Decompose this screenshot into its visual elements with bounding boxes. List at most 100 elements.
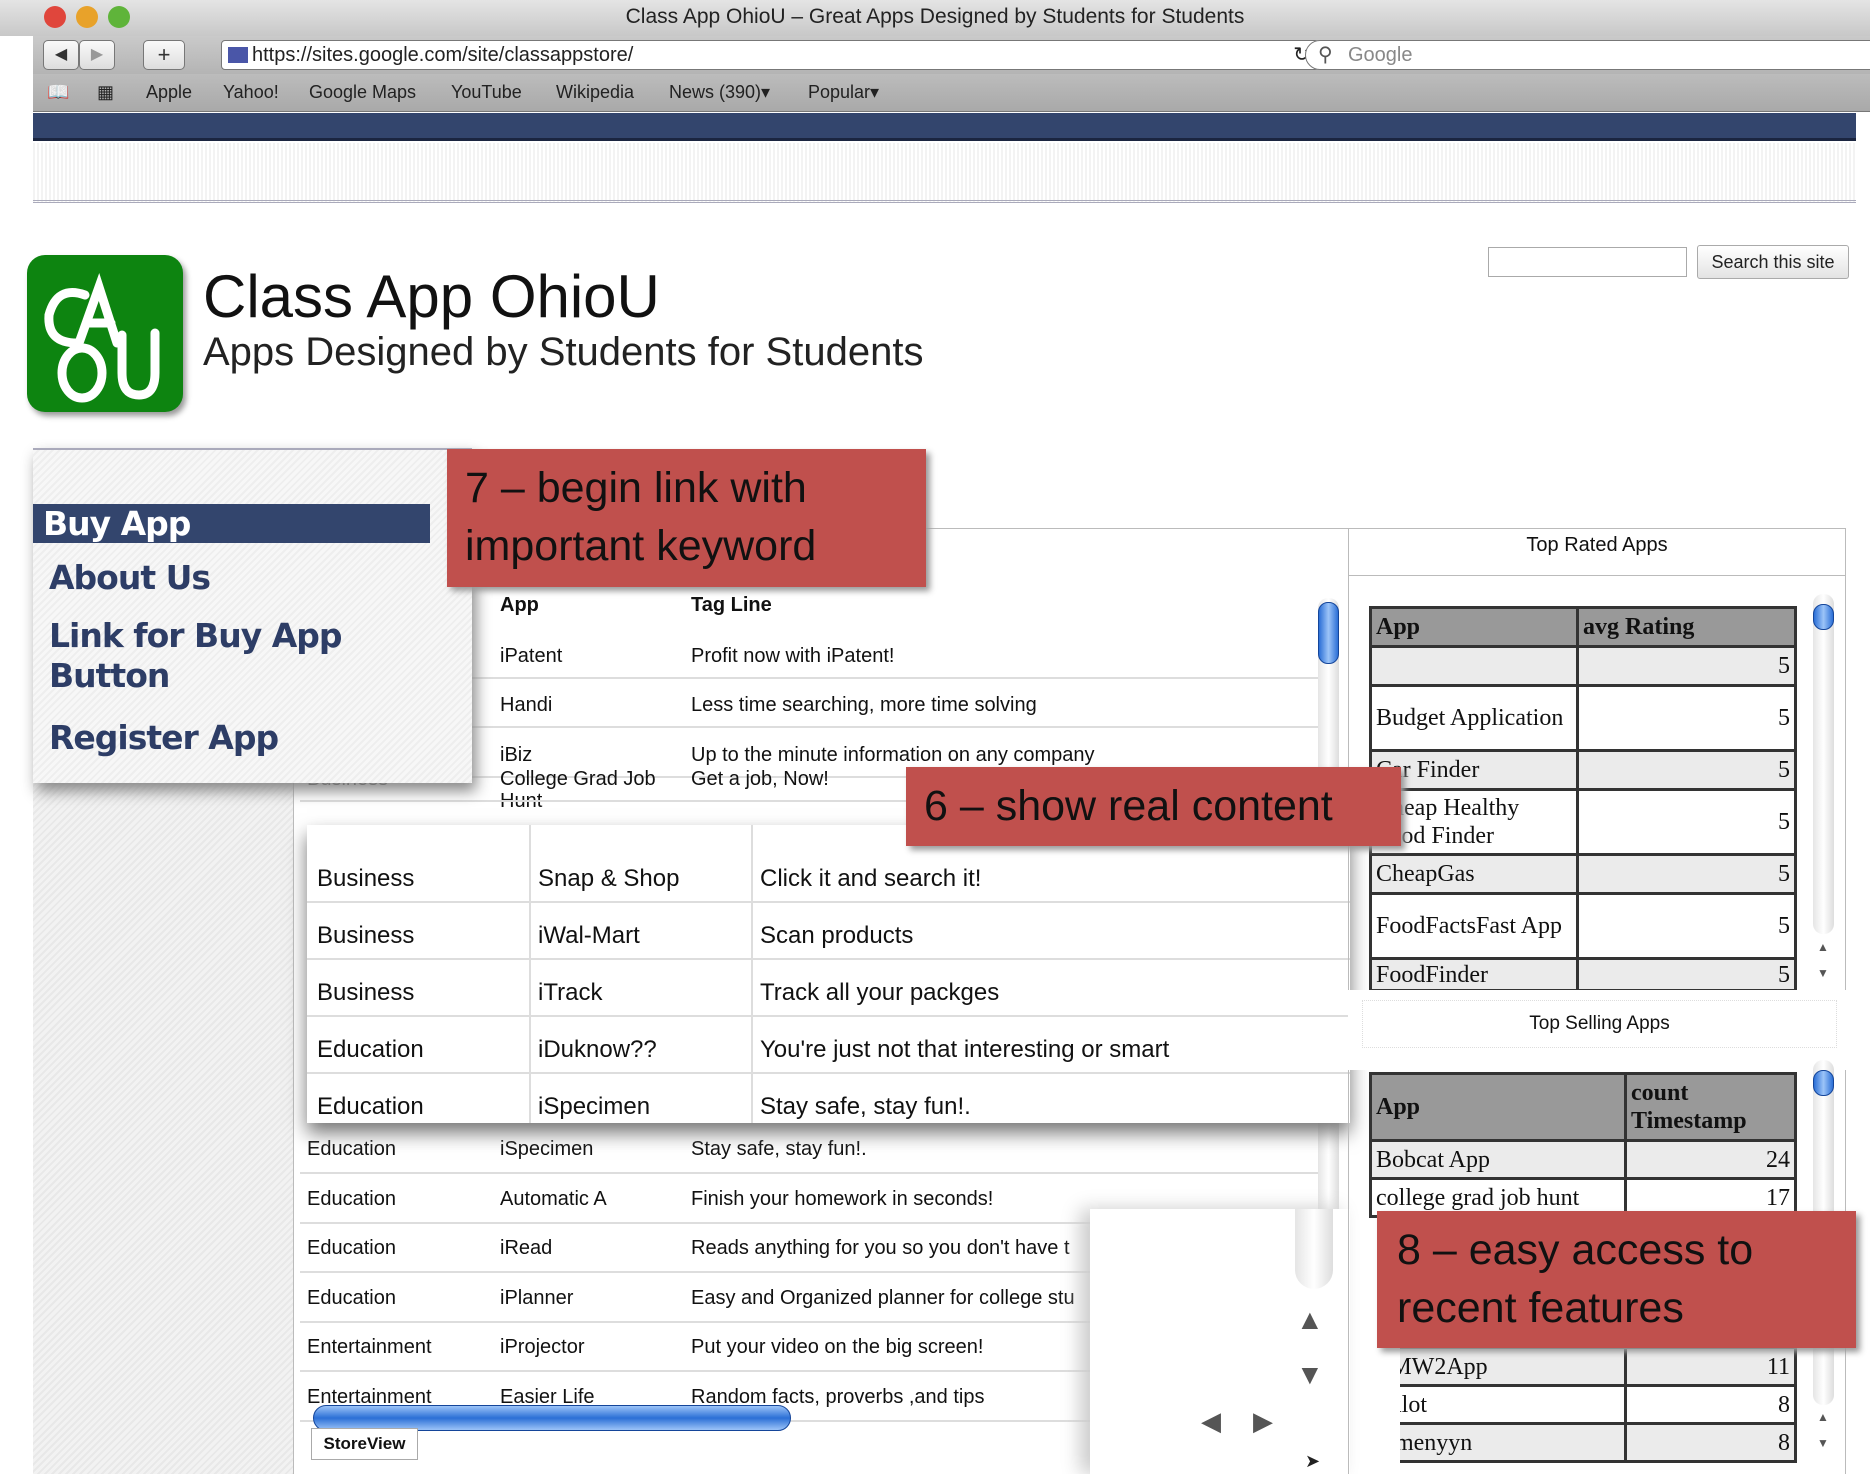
address-bar[interactable]: https://sites.google.com/site/classappst… [221, 40, 1319, 70]
app-name[interactable]: opalot [1400, 1384, 1627, 1425]
scroll-thumb[interactable] [1813, 604, 1834, 630]
table-cell: Reads anything for you so you don't have… [691, 1237, 1070, 1259]
table-cell: Stay safe, stay fun!. [691, 1138, 867, 1160]
header-1[interactable]: avg Rating [1576, 606, 1797, 648]
app-name[interactable]: Bobcat App [1369, 1139, 1627, 1180]
app-name[interactable]: FoodFactsFast App [1369, 892, 1579, 960]
scroll-up-arrow-icon[interactable]: ▲ [1817, 1410, 1829, 1424]
value: 5 [1576, 957, 1797, 992]
table-cell: Education [307, 1237, 396, 1259]
browser-search-input[interactable]: ⚲ Google [1305, 40, 1870, 70]
table-cell[interactable]: iRead [500, 1237, 552, 1260]
site-search-input[interactable] [1488, 247, 1687, 277]
table-cell[interactable]: Snap & Shop [538, 865, 679, 893]
table-cell[interactable]: College Grad Job Hunt [500, 768, 680, 812]
top-selling-title: Top Selling Apps [1362, 1000, 1837, 1048]
row-divider [300, 1172, 1318, 1174]
browser-toolbar: ◀ ▶ + https://sites.google.com/site/clas… [33, 36, 1870, 74]
top-sites-grid-icon[interactable]: ▦ [97, 82, 114, 103]
table-cell: Scan products [760, 922, 914, 949]
table-cell: Education [307, 1188, 396, 1210]
site-subtitle: Apps Designed by Students for Students [203, 330, 924, 374]
bookmarks-bar: 📖 ▦ Apple Yahoo! Google Maps YouTube Wik… [33, 74, 1870, 112]
close-window-button[interactable] [44, 6, 66, 28]
app-name[interactable]: Budget Application [1369, 684, 1579, 752]
col-header-tagline: Tag Line [691, 594, 772, 616]
table-row: opalot8 [1400, 1384, 1797, 1425]
table-row: FoodFinder 5 [1369, 957, 1797, 992]
app-name[interactable]: D.MW2App [1400, 1346, 1627, 1387]
table-cell[interactable]: iDuknow?? [538, 1036, 657, 1064]
zoom-window-button[interactable] [108, 6, 130, 28]
tab-storeview[interactable]: StoreView [311, 1428, 418, 1460]
scroll-thumb[interactable] [1813, 1070, 1834, 1096]
nav-item-buy-app[interactable]: Buy App [33, 504, 430, 543]
favicon-icon [228, 47, 248, 63]
bookmark-google-maps[interactable]: Google Maps [309, 82, 416, 103]
bookmarks-book-icon[interactable]: 📖 [47, 82, 69, 103]
table-cell[interactable]: iWal-Mart [538, 922, 640, 950]
scroll-right-arrow-icon[interactable]: ▶ [1253, 1406, 1273, 1437]
header-1[interactable]: count Timestamp [1624, 1072, 1797, 1142]
caou-logo-icon [44, 272, 160, 403]
table-cell[interactable]: iSpecimen [500, 1138, 593, 1161]
app-name[interactable]: CheapGas [1369, 853, 1579, 895]
scroll-thumb[interactable] [1318, 602, 1339, 664]
back-button[interactable]: ◀ [43, 40, 79, 70]
table-row: FoodFactsFast App 5 [1369, 892, 1797, 960]
header-pattern [33, 143, 1856, 203]
scroll-down-arrow-icon[interactable]: ▼ [1817, 966, 1829, 980]
header-0[interactable]: App [1369, 1072, 1627, 1142]
scroll-up-arrow-icon[interactable]: ▲ [1817, 940, 1829, 954]
bookmark-apple[interactable]: Apple [146, 82, 192, 103]
nav-item-link-for-buy-app-button[interactable]: Link for Buy App Button [49, 616, 369, 696]
more-arrow-icon[interactable]: ➤ [1305, 1451, 1320, 1472]
scroll-up-arrow-icon[interactable]: ▲ [1296, 1304, 1324, 1336]
table-cell[interactable]: iTrack [538, 979, 602, 1007]
row-divider [307, 901, 1350, 903]
table-cell: Up to the minute information on any comp… [691, 744, 1095, 766]
table-cell: Easy and Organized planner for college s… [691, 1287, 1075, 1309]
value: 5 [1576, 892, 1797, 960]
site-logo[interactable] [27, 255, 183, 412]
table-cell: Put your video on the big screen! [691, 1336, 984, 1358]
table-cell[interactable]: iProjector [500, 1336, 584, 1359]
top-selling-lower: D.MW2App11opalot8ecimenyyn8 [1400, 1346, 1797, 1474]
column-divider [751, 825, 753, 1123]
table-cell[interactable]: iPatent [500, 645, 562, 668]
add-bookmark-button[interactable]: + [143, 40, 185, 70]
table-cell[interactable]: iBiz [500, 744, 532, 767]
table-row: Bobcat App 24 [1369, 1139, 1797, 1180]
top-rated-scrollbar[interactable]: ▲ ▼ [1813, 594, 1835, 990]
app-name[interactable]: FoodFinder [1369, 957, 1579, 992]
scroll-down-arrow-icon[interactable]: ▼ [1296, 1359, 1324, 1391]
table-cell[interactable]: iPlanner [500, 1287, 573, 1310]
app-name[interactable]: ecimenyyn [1400, 1422, 1627, 1463]
table-cell: You're just not that interesting or smar… [760, 1036, 1170, 1063]
bookmark-popular[interactable]: Popular▾ [808, 82, 879, 103]
column-divider [529, 825, 531, 1123]
app-name[interactable]: Car Finder [1369, 749, 1579, 791]
app-name[interactable]: Cheap Healthy Food Finder [1369, 788, 1579, 856]
table-cell[interactable]: Handi [500, 694, 552, 717]
bookmark-yahoo[interactable]: Yahoo! [223, 82, 279, 103]
search-site-button[interactable]: Search this site [1697, 245, 1849, 279]
table-row: CheapGas 5 [1369, 853, 1797, 895]
nav-item-register-app[interactable]: Register App [49, 718, 279, 757]
bookmark-youtube[interactable]: YouTube [451, 82, 522, 103]
table-cell[interactable]: iSpecimen [538, 1093, 650, 1121]
url-text: https://sites.google.com/site/classappst… [252, 44, 634, 66]
scroll-left-arrow-icon[interactable]: ◀ [1201, 1406, 1221, 1437]
table-cell[interactable]: Automatic A [500, 1188, 607, 1211]
app-name[interactable] [1369, 645, 1579, 687]
table-cell: Click it and search it! [760, 865, 982, 892]
forward-button[interactable]: ▶ [79, 40, 115, 70]
bookmark-wikipedia[interactable]: Wikipedia [556, 82, 634, 103]
bookmark-news[interactable]: News (390)▾ [669, 82, 770, 103]
table-row: 5 [1369, 645, 1797, 687]
minimize-window-button[interactable] [76, 6, 98, 28]
scroll-down-arrow-icon[interactable]: ▼ [1817, 1436, 1829, 1450]
nav-item-about-us[interactable]: About Us [49, 558, 211, 597]
header-0[interactable]: App [1369, 606, 1579, 648]
value: 5 [1576, 645, 1797, 687]
